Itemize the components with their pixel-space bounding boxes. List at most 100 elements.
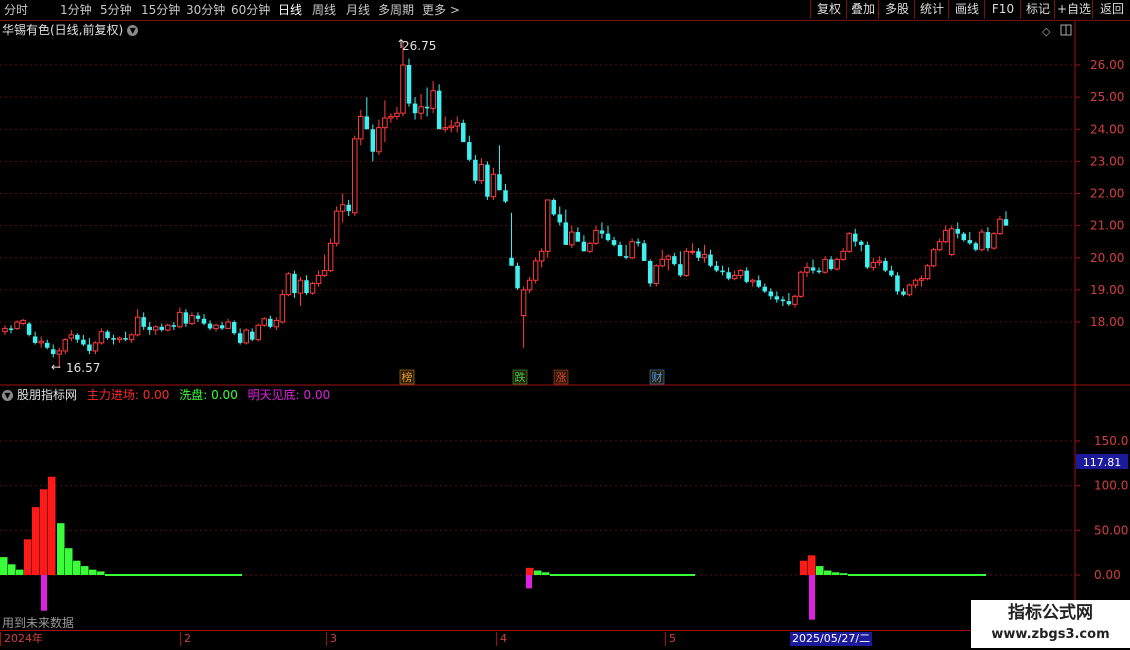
price-tick-label: 21.00 [1090,219,1124,233]
event-marker[interactable]: 涨 [553,369,569,385]
event-marker[interactable]: 榜 [399,369,415,385]
event-marker-label: 榜 [402,370,413,384]
candle-body-up [279,294,286,323]
candle [490,167,497,200]
candle [261,317,268,327]
candle [268,315,273,329]
candle-body-down [605,233,611,241]
candle-body-down [714,265,719,271]
kline-chart-canvas[interactable]: 26.0025.0024.0023.0022.0021.0020.0019.00… [0,0,1130,650]
candle [599,222,605,239]
candle-body-up [189,315,195,325]
indicator-menu-icon[interactable]: ▼ [2,390,13,401]
candle-body-up [659,258,666,267]
candle-body-up [942,229,949,243]
candle [225,318,231,329]
candle-body-down [828,259,834,269]
candle-body-down [985,232,991,249]
candle [961,232,967,242]
candle-body-down [575,232,581,242]
candle-body-up [538,250,545,262]
candle [461,119,466,143]
candle [557,206,563,226]
candle-body-up [930,249,937,267]
candle-body-down [231,322,237,334]
candle [623,244,629,260]
candle-body-up [273,319,280,328]
candle-body-up [153,326,159,331]
candle [520,286,527,348]
price-tick-label: 18.00 [1090,315,1124,329]
candle-body-up [418,106,424,114]
candle-body-down [75,334,80,340]
candle [44,339,50,350]
candle [985,227,991,252]
candle-body-down [147,326,152,331]
diamond-icon[interactable]: ◇ [1042,25,1051,38]
event-marker[interactable]: 财 [649,369,665,385]
candle-body-up [822,258,828,273]
candle-body-down [768,291,774,297]
candle [672,252,677,266]
event-marker[interactable]: 跌 [512,369,528,385]
candle [641,240,647,261]
candle-body-down [973,243,979,250]
indicator-bar [840,573,848,575]
candle [840,248,846,261]
candle-body-down [111,338,116,340]
candle [213,323,219,332]
candle [87,338,92,355]
candle [92,341,99,355]
price-tick-label: 25.00 [1090,90,1124,104]
candle [918,275,925,287]
candle-body-up [870,262,877,268]
indicator-bars [0,476,986,620]
candle [810,259,816,274]
candle-body-down [726,272,731,279]
indicator-bar [57,523,65,575]
candle-body-down [641,243,647,261]
candle-body-down [171,325,177,327]
candle [339,193,346,223]
candle [532,257,539,284]
candle [569,225,575,249]
candle [50,344,56,358]
candle-body-down [617,244,623,257]
candle-body-up [255,324,262,341]
candle [195,312,201,322]
indicator-bar [97,571,105,575]
candle [382,100,388,143]
candle [689,243,696,255]
candle [635,238,641,247]
candle [147,322,152,335]
candle-body-up [98,331,105,344]
candle [1003,211,1009,226]
candle-body-down [889,270,894,276]
washout-value: 洗盘: 0.00 [179,388,238,402]
candle-body-down [961,233,967,241]
candle [870,257,877,271]
candle-body-down [720,270,725,273]
candle-body-up [587,242,593,252]
candle-body-down [201,318,207,324]
candle-body-down [237,333,243,343]
candle-body-up [382,117,388,129]
candle [737,268,744,279]
candle [388,113,394,123]
candle [967,232,973,245]
bottom-signal-bar [41,575,47,611]
future-data-note: 用到未来数据 [2,616,75,630]
candle [942,225,949,244]
indicator-name: 股朋指标网 [17,388,78,402]
indicator-grid [0,440,1075,576]
candle [774,291,780,303]
candle [605,225,611,242]
stock-name: 华锡有色(日线,前复权) [2,23,124,37]
candle [647,259,653,287]
candle [128,333,135,343]
price-tick-label: 24.00 [1090,122,1124,136]
candle [744,267,749,284]
chevron-down-icon[interactable]: ▼ [127,25,139,36]
date-tick-feb: 2 [180,632,191,646]
indicator-bar [526,567,534,575]
